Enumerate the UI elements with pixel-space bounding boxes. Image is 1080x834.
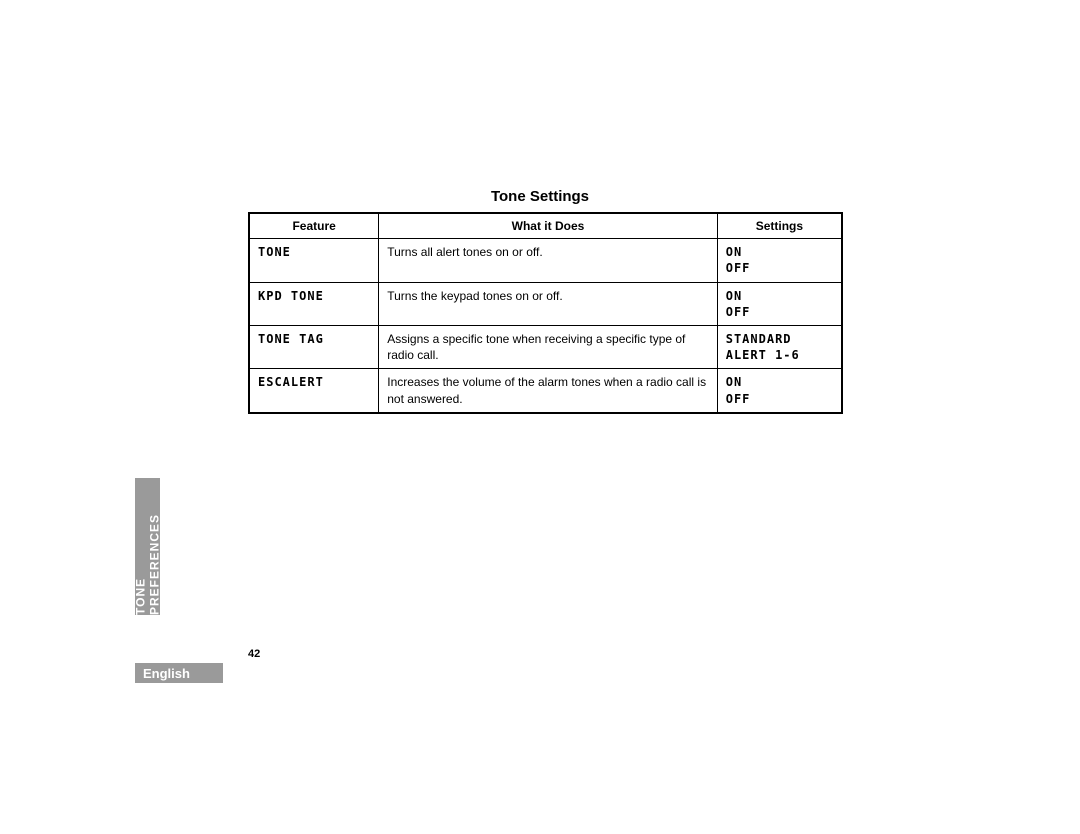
table-title: Tone Settings: [0, 188, 1080, 205]
cell-feature: ESCALERT: [249, 369, 379, 413]
cell-what: Turns the keypad tones on or off.: [379, 282, 717, 325]
table-row: ESCALERT Increases the volume of the ala…: [249, 369, 842, 413]
cell-feature: TONE: [249, 239, 379, 282]
cell-feature: TONE TAG: [249, 325, 379, 368]
cell-settings: ONOFF: [717, 282, 842, 325]
header-what: What it Does: [379, 213, 717, 239]
table-row: TONE TAG Assigns a specific tone when re…: [249, 325, 842, 368]
section-tab: TONE PREFERENCES: [135, 478, 160, 615]
cell-what: Increases the volume of the alarm tones …: [379, 369, 717, 413]
cell-settings: ONOFF: [717, 239, 842, 282]
cell-settings: ONOFF: [717, 369, 842, 413]
cell-feature: KPD TONE: [249, 282, 379, 325]
cell-what: Turns all alert tones on or off.: [379, 239, 717, 282]
tone-settings-table: Feature What it Does Settings TONE Turns…: [248, 212, 843, 414]
language-tab: English: [135, 663, 223, 683]
cell-settings: STANDARDALERT 1-6: [717, 325, 842, 368]
table-row: KPD TONE Turns the keypad tones on or of…: [249, 282, 842, 325]
cell-what: Assigns a specific tone when receiving a…: [379, 325, 717, 368]
page-number: 42: [248, 648, 260, 660]
header-settings: Settings: [717, 213, 842, 239]
header-feature: Feature: [249, 213, 379, 239]
table-row: TONE Turns all alert tones on or off. ON…: [249, 239, 842, 282]
